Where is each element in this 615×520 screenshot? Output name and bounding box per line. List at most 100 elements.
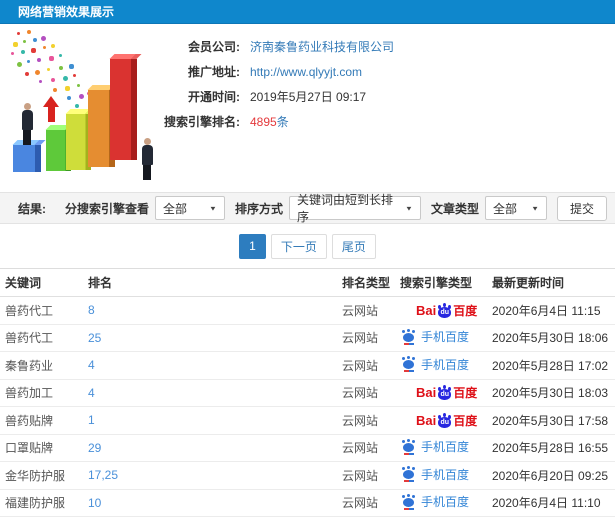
header-keyword: 关键词 <box>5 276 42 290</box>
cell-keyword: 兽药代工 <box>5 303 54 318</box>
results-label: 结果: <box>18 201 46 216</box>
cell-updated: 2020年5月28日 17:02 <box>492 358 609 373</box>
next-page-button[interactable]: 下一页 <box>270 233 327 259</box>
company-label: 会员公司: <box>188 40 240 54</box>
page-title: 网络营销效果展示 <box>18 5 115 19</box>
baidu-paw-icon: du <box>437 302 452 318</box>
mobile-baidu-paw-icon <box>402 438 416 455</box>
submit-button[interactable]: 提交 <box>556 195 607 221</box>
cell-updated: 2020年5月30日 18:03 <box>492 386 609 401</box>
cell-engine-type: Bai du 百度 <box>400 384 492 401</box>
cell-engine-type: 手机百度 <box>400 438 492 458</box>
cell-rank-type: 云网站 <box>342 441 379 456</box>
cell-engine-type: 手机百度 <box>400 466 492 486</box>
cell-rank-type: 云网站 <box>342 358 379 373</box>
info-row-url: 推广地址: http://www.qlyyjt.com <box>152 59 592 84</box>
cell-rank: 4 <box>88 386 342 400</box>
dropdown-arrow-icon: ▼ <box>209 204 217 212</box>
table-row: 兽药贴牌 1 云网站 Bai du 百度 2020年5月30日 17:58 <box>0 407 615 435</box>
rank-link[interactable]: 1 <box>88 413 95 427</box>
cell-engine-type: 手机百度 <box>400 356 492 376</box>
bar-red <box>110 59 137 160</box>
cell-updated: 2020年6月4日 11:10 <box>492 496 601 511</box>
pagination: 1 下一页 尾页 <box>0 224 615 268</box>
cell-rank-type: 云网站 <box>342 413 379 428</box>
businessman-figure-right <box>139 138 155 180</box>
dropdown-arrow-icon: ▼ <box>531 204 539 212</box>
sort-filter-label: 排序方式 <box>234 201 283 216</box>
rank-link[interactable]: 8 <box>88 303 95 317</box>
rank-link[interactable]: 10 <box>88 496 101 510</box>
article-type-select[interactable]: 全部 ▼ <box>484 196 547 220</box>
table-row: 金华防护服 17,25 云网站 手机百度 2020年6月20日 09:25 <box>0 462 615 490</box>
member-info-panel: 会员公司: 济南秦鲁药业科技有限公司 推广地址: http://www.qlyy… <box>152 34 592 134</box>
cell-keyword: 金华防护服 <box>5 468 66 483</box>
mobile-baidu-paw-icon <box>402 466 416 482</box>
sort-filter-select[interactable]: 关键词由短到长排序 ▼ <box>288 193 421 224</box>
rank-link[interactable]: 17,25 <box>88 468 118 482</box>
cell-updated: 2020年6月4日 11:15 <box>492 303 601 318</box>
cell-rank-type: 云网站 <box>342 468 379 483</box>
red-up-arrow-icon <box>43 96 59 122</box>
baidu-paw-icon: du <box>437 385 452 401</box>
table-row: 福建防护服 10 云网站 手机百度 2020年6月4日 11:10 <box>0 489 615 517</box>
rank-count-label: 搜索引擎排名: <box>164 115 240 129</box>
header-rank-type: 排名类型 <box>342 276 391 290</box>
cell-engine-type: 手机百度 <box>400 493 492 513</box>
rank-link[interactable]: 29 <box>88 441 101 455</box>
cell-updated: 2020年5月30日 17:58 <box>492 413 609 428</box>
mobile-baidu-logo: 手机百度 <box>402 356 469 373</box>
baidu-logo: Bai du 百度 <box>416 412 478 428</box>
bar-blue <box>13 145 41 172</box>
filters-group: 分搜索引擎查看 全部 ▼ 排序方式 关键词由短到长排序 ▼ 文章类型 全部 ▼ … <box>61 193 607 224</box>
mobile-baidu-logo: 手机百度 <box>402 493 469 510</box>
businessman-figure-left <box>19 103 35 145</box>
mobile-baidu-paw-icon <box>402 493 416 510</box>
promo-url-link[interactable]: http://www.qlyyjt.com <box>250 65 362 79</box>
cell-keyword: 福建防护服 <box>5 496 66 511</box>
top-section: 会员公司: 济南秦鲁药业科技有限公司 推广地址: http://www.qlyy… <box>0 24 615 192</box>
cell-keyword: 兽药贴牌 <box>5 413 54 428</box>
last-page-button[interactable]: 尾页 <box>331 233 376 259</box>
info-row-open-time: 开通时间: 2019年5月27日 09:17 <box>152 84 592 109</box>
rank-link[interactable]: 4 <box>88 358 95 372</box>
table-header-row: 关键词 排名 排名类型 搜索引擎类型 最新更新时间 <box>0 269 615 297</box>
cell-keyword: 兽药代工 <box>5 331 54 346</box>
mobile-baidu-logo: 手机百度 <box>402 438 469 455</box>
cell-engine-type: Bai du 百度 <box>400 412 492 429</box>
cell-updated: 2020年5月28日 16:55 <box>492 441 609 456</box>
page-1-button[interactable]: 1 <box>239 233 266 259</box>
rank-link[interactable]: 25 <box>88 331 101 345</box>
cell-rank: 1 <box>88 413 342 427</box>
table-body: 兽药代工 8 云网站 Bai du 百度 2020年6月4日 11:15 兽药代工 … <box>0 297 615 520</box>
cell-rank: 10 <box>88 496 342 510</box>
sort-filter-value: 关键词由短到长排序 <box>296 193 393 224</box>
article-type-value: 全部 <box>492 201 517 216</box>
cell-rank: 17,25 <box>88 468 342 482</box>
company-link[interactable]: 济南秦鲁药业科技有限公司 <box>250 38 394 55</box>
rank-count-unit: 条 <box>276 115 289 129</box>
cell-engine-type: 手机百度 <box>400 328 492 348</box>
table-row: 口罩贴牌 29 云网站 手机百度 2020年5月28日 16:55 <box>0 434 615 462</box>
cell-rank-type: 云网站 <box>342 386 379 401</box>
rank-link[interactable]: 4 <box>88 386 95 400</box>
results-filter-bar: 结果: 分搜索引擎查看 全部 ▼ 排序方式 关键词由短到长排序 ▼ 文章类型 全… <box>0 192 615 224</box>
mobile-baidu-paw-icon <box>402 356 416 372</box>
table-row: 秦鲁药业 4 云网站 手机百度 2020年5月28日 17:02 <box>0 352 615 380</box>
cell-rank: 4 <box>88 358 342 372</box>
open-time-value: 2019年5月27日 09:17 <box>250 90 367 104</box>
rank-count-number: 4895 <box>250 115 277 129</box>
header-engine-type: 搜索引擎类型 <box>400 276 473 290</box>
cell-rank: 25 <box>88 331 342 345</box>
cell-updated: 2020年6月20日 09:25 <box>492 468 609 483</box>
table-row: 兽药代工 25 云网站 手机百度 2020年5月30日 18:06 <box>0 324 615 352</box>
article-type-label: 文章类型 <box>430 201 479 216</box>
results-table: 关键词 排名 排名类型 搜索引擎类型 最新更新时间 兽药代工 8 云网站 Bai… <box>0 268 615 520</box>
rank-count-value: 4895条 <box>250 113 289 130</box>
engine-filter-select[interactable]: 全部 ▼ <box>154 196 225 220</box>
cell-keyword: 秦鲁药业 <box>5 358 54 373</box>
cell-rank-type: 云网站 <box>342 303 379 318</box>
open-time-label: 开通时间: <box>188 90 240 104</box>
cell-rank-type: 云网站 <box>342 496 379 511</box>
mobile-baidu-logo: 手机百度 <box>402 466 469 483</box>
